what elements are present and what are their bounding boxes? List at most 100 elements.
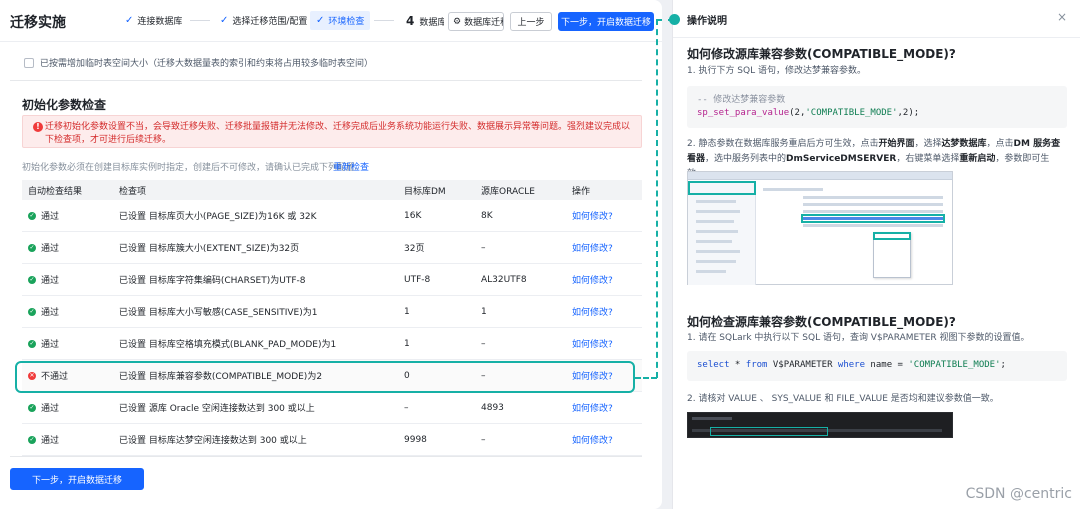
check-item-cell: 已设置 目标库簇大小(EXTENT_SIZE)为32页 [119, 244, 300, 254]
check-step-2: 2. 请核对 VALUE 、 SYS_VALUE 和 FILE_VALUE 是否… [687, 394, 999, 404]
how-to-modify-link[interactable]: 如何修改? [572, 200, 613, 231]
step-separator [190, 20, 210, 21]
target-dm-cell: 9998 [404, 434, 427, 445]
table-row: ✓ 通过 已设置 目标库字符集编码(CHARSET)为UTF-8 UTF-8 AL32U… [22, 264, 642, 296]
col-target-dm: 目标库DM [404, 186, 446, 197]
modify-sql-code[interactable]: -- 修改达梦兼容参数 sp_set_para_value(2,'COMPATI… [687, 86, 1067, 128]
how-to-modify-link[interactable]: 如何修改? [572, 296, 613, 327]
source-oracle-cell: AL32UTF8 [481, 274, 527, 285]
result-cell: ✓ 通过 [28, 435, 60, 446]
init-check-title: 初始化参数检查 [22, 98, 107, 112]
help-panel-title: 操作说明 [687, 16, 727, 27]
close-icon[interactable]: × [1057, 10, 1067, 24]
target-dm-cell: – [404, 402, 409, 413]
result-cell: ✓ 通过 [28, 243, 60, 254]
check-item-cell: 已设置 目标库页大小(PAGE_SIZE)为16K 或 32K [119, 212, 317, 222]
migration-main-panel: 迁移实施 ✓ 连接数据库 ✓ 选择迁移范围/配置 ✓ 环境检查 4 数据库迁移配… [0, 0, 662, 509]
connector-line [656, 19, 658, 378]
init-check-hint: 初始化参数必须在创建目标库实例时指定，创建后不可修改，请确认已完成下列配置。 [22, 163, 365, 173]
table-row: ✓ 通过 已设置 目标库页大小(PAGE_SIZE)为16K 或 32K 16K 8K 如… [22, 200, 642, 232]
col-result: 自动检查结果 [28, 186, 83, 197]
prev-step-button[interactable]: 上一步 [510, 12, 552, 31]
pass-icon: ✓ [28, 403, 36, 412]
table-row: ✓ 通过 已设置 目标库达梦空闲连接数达到 300 或以上 9998 – 如何修改? [22, 424, 642, 456]
col-action: 操作 [572, 186, 591, 197]
table-bottom-divider [10, 456, 642, 457]
step-select-scope[interactable]: ✓ 选择迁移范围/配置 [220, 14, 307, 27]
pass-icon: ✓ [28, 435, 36, 444]
result-cell: ✓ 通过 [28, 307, 60, 318]
target-dm-cell: 16K [404, 210, 422, 221]
sqlark-result-screenshot [687, 412, 953, 438]
modify-step-1: 1. 执行下方 SQL 语句，修改达梦兼容参数。 [687, 66, 866, 76]
how-to-modify-link[interactable]: 如何修改? [572, 232, 613, 263]
page-title: 迁移实施 [10, 15, 66, 31]
next-step-top-button[interactable]: 下一步，开启数据迁移 [558, 12, 654, 31]
top-bar: 迁移实施 ✓ 连接数据库 ✓ 选择迁移范围/配置 ✓ 环境检查 4 数据库迁移配… [0, 0, 662, 42]
how-to-modify-link[interactable]: 如何修改? [572, 424, 613, 455]
check-section-title: 如何检查源库兼容参数(COMPATIBLE_MODE)? [687, 315, 956, 329]
check-item-cell: 已设置 目标库空格填充模式(BLANK_PAD_MODE)为1 [119, 340, 337, 350]
source-oracle-cell: – [481, 338, 486, 349]
temp-space-checkbox[interactable] [24, 57, 34, 68]
pass-icon: ✓ [28, 339, 36, 348]
source-oracle-cell: 8K [481, 210, 493, 221]
result-cell: ✓ 通过 [28, 403, 60, 414]
check-step-1: 1. 请在 SQLark 中执行以下 SQL 语句，查询 V$PARAMETER… [687, 333, 1030, 343]
check-icon: ✓ [125, 15, 134, 26]
check-item-cell: 已设置 目标库达梦空闲连接数达到 300 或以上 [119, 436, 307, 446]
result-cell: ✓ 通过 [28, 275, 60, 286]
pass-icon: ✓ [28, 307, 36, 316]
help-panel-header: 操作说明 × [673, 0, 1080, 38]
check-icon: ✓ [316, 15, 325, 26]
step-db-migration[interactable]: 4 数据库迁移配置 [406, 14, 444, 28]
temp-space-checkbox-row[interactable]: 已按需增加临时表空间大小（迁移大数据量表的索引和约束将占用较多临时表空间） [24, 56, 373, 69]
next-step-bottom-button[interactable]: 下一步，开启数据迁移 [10, 468, 144, 490]
pass-icon: ✓ [28, 243, 36, 252]
table-row: ✓ 通过 已设置 目标库簇大小(EXTENT_SIZE)为32页 32页 – 如何修改? [22, 232, 642, 264]
check-item-cell: 已设置 目标库字符集编码(CHARSET)为UTF-8 [119, 276, 306, 286]
connector-line [635, 377, 657, 379]
table-header: 自动检查结果 检查项 目标库DM 源库ORACLE 操作 [22, 180, 642, 200]
step-separator [374, 20, 394, 21]
col-item: 检查项 [119, 186, 147, 197]
check-icon: ✓ [220, 15, 229, 26]
check-item-cell: 已设置 源库 Oracle 空闲连接数达到 300 或以上 [119, 404, 315, 414]
config-icon: ⚙ [453, 16, 462, 27]
step-connect-db[interactable]: ✓ 连接数据库 [125, 14, 182, 27]
init-check-alert: ! 迁移初始化参数设置不当，会导致迁移失败、迁移批量报错并无法修改、迁移完成后业… [22, 115, 642, 148]
db-migration-config-button[interactable]: ⚙ 数据库迁移配置 [448, 12, 504, 31]
how-to-modify-link[interactable]: 如何修改? [572, 392, 613, 423]
pass-icon: ✓ [28, 275, 36, 284]
source-oracle-cell: – [481, 242, 486, 253]
table-row: ✓ 通过 已设置 目标库大小写敏感(CASE_SENSITIVE)为1 1 1 如何修改? [22, 296, 642, 328]
source-oracle-cell: 4893 [481, 402, 504, 413]
result-cell: ✓ 通过 [28, 339, 60, 350]
how-to-modify-link[interactable]: 如何修改? [572, 328, 613, 359]
pass-icon: ✓ [28, 211, 36, 220]
target-dm-cell: 1 [404, 306, 410, 317]
result-cell: ✓ 通过 [28, 211, 60, 222]
step-env-check[interactable]: ✓ 环境检查 [310, 11, 371, 30]
source-oracle-cell: – [481, 434, 486, 445]
recheck-link[interactable]: 重新检查 [333, 160, 369, 173]
watermark: CSDN @centric [965, 486, 1072, 502]
how-to-modify-link[interactable]: 如何修改? [572, 264, 613, 295]
target-dm-cell: UTF-8 [404, 274, 431, 285]
table-row: ✓ 通过 已设置 源库 Oracle 空闲连接数达到 300 或以上 – 4893 如何修… [22, 392, 642, 424]
modify-section-title: 如何修改源库兼容参数(COMPATIBLE_MODE)? [687, 47, 956, 61]
failed-row-highlight [15, 361, 635, 393]
source-oracle-cell: 1 [481, 306, 487, 317]
step-marker-dot [669, 14, 680, 25]
dm-service-viewer-screenshot [687, 171, 953, 285]
check-sql-code[interactable]: select * from V$PARAMETER where name = '… [687, 351, 1067, 381]
check-item-cell: 已设置 目标库大小写敏感(CASE_SENSITIVE)为1 [119, 308, 318, 318]
section-divider [10, 80, 642, 81]
help-panel: 操作说明 × 如何修改源库兼容参数(COMPATIBLE_MODE)? 1. 执… [672, 0, 1080, 509]
error-icon: ! [33, 122, 43, 132]
table-row: ✓ 通过 已设置 目标库空格填充模式(BLANK_PAD_MODE)为1 1 – 如何修改… [22, 328, 642, 360]
init-check-table: 自动检查结果 检查项 目标库DM 源库ORACLE 操作 ✓ 通过 已设置 目标库页… [22, 180, 642, 456]
target-dm-cell: 1 [404, 338, 410, 349]
target-dm-cell: 32页 [404, 244, 425, 254]
col-source-oracle: 源库ORACLE [481, 186, 535, 197]
